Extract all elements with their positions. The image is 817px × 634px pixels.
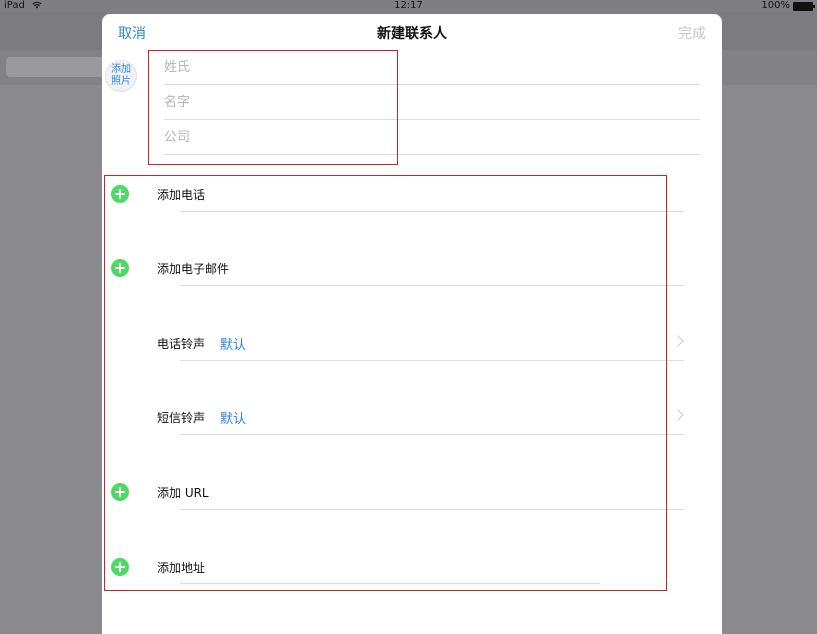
status-bar: iPad 12:17 100%	[0, 0, 817, 12]
divider	[180, 509, 684, 510]
add-email-row[interactable]: 添加电子邮件	[102, 250, 722, 286]
sheet-header: 取消 新建联系人 完成	[102, 14, 722, 50]
company-field[interactable]	[164, 120, 700, 155]
chevron-right-icon	[672, 335, 684, 347]
divider	[180, 211, 684, 212]
add-url-label: 添加 URL	[157, 486, 209, 500]
status-time: 12:17	[394, 0, 423, 11]
add-phone-label: 添加电话	[157, 188, 206, 202]
ringtone-value: 默认	[220, 338, 247, 353]
add-photo-label-line2: 照片	[111, 76, 131, 87]
divider	[180, 285, 684, 286]
last-name-field[interactable]	[164, 50, 700, 85]
done-button[interactable]: 完成	[678, 23, 706, 43]
text-tone-label: 短信铃声	[157, 411, 206, 425]
new-contact-sheet: 取消 新建联系人 完成 添加 照片 添加电话 添加电子邮件 电话铃声 默认 短信…	[102, 14, 722, 634]
add-address-plus-icon[interactable]	[111, 558, 129, 576]
add-phone-row[interactable]: 添加电话	[102, 176, 722, 212]
battery-percent: 100%	[761, 0, 790, 11]
text-tone-value: 默认	[220, 412, 247, 427]
add-photo-button[interactable]: 添加 照片	[105, 60, 137, 92]
add-phone-plus-icon[interactable]	[111, 185, 129, 203]
sheet-title: 新建联系人	[377, 26, 447, 42]
add-email-plus-icon[interactable]	[111, 259, 129, 277]
battery-icon	[793, 1, 815, 11]
divider	[180, 360, 684, 361]
add-address-row[interactable]: 添加地址	[102, 549, 722, 585]
add-url-row[interactable]: 添加 URL	[102, 474, 722, 510]
divider	[180, 434, 684, 435]
add-photo-label-line1: 添加	[111, 64, 131, 75]
divider	[180, 583, 600, 584]
add-url-plus-icon[interactable]	[111, 483, 129, 501]
add-address-label: 添加地址	[157, 561, 206, 575]
add-email-label: 添加电子邮件	[157, 262, 230, 276]
ringtone-label: 电话铃声	[157, 337, 206, 351]
chevron-right-icon	[672, 409, 684, 421]
text-tone-row[interactable]: 短信铃声 默认	[102, 399, 722, 435]
status-right: 100%	[761, 0, 815, 12]
ringtone-row[interactable]: 电话铃声 默认	[102, 325, 722, 361]
first-name-field[interactable]	[164, 85, 700, 120]
